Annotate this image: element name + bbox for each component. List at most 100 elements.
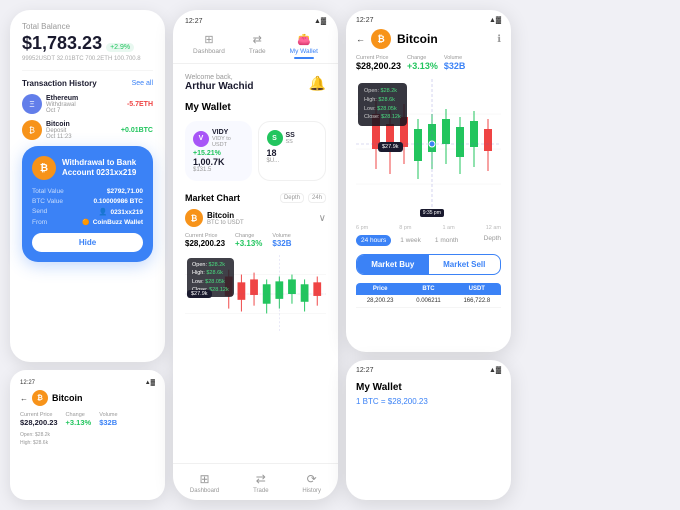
eth-icon: Ξ <box>22 94 42 114</box>
time-label-1: 6 pm <box>356 225 368 231</box>
mini-bitcoin-card: 12:27 ▲▓ ← ₿ Bitcoin Current Price $28,2… <box>10 370 165 500</box>
mini-back-arrow[interactable]: ← <box>20 394 28 403</box>
p3-back-arrow[interactable]: ← <box>356 34 365 44</box>
vidy-widget[interactable]: V VIDY VIDY to USDT +15.21% 1,00.7K $131… <box>185 121 252 181</box>
mini-chart: Open: $28.2k High: $28.6k Low: $28.05k C… <box>185 254 326 334</box>
tx-date-btc: Oct 11:23 <box>46 134 117 140</box>
ohlc-open: Open: $28.2k <box>192 261 229 269</box>
main-wallet-phone: 12:27 ▲▓ ⊞ Dashboard ⇄ Trade 👛 My Wallet <box>173 10 338 500</box>
mini-btc-icon: ₿ <box>32 390 48 406</box>
tx-amount-btc: +0.01BTC <box>121 127 153 134</box>
p3-ch-val: +3.13% <box>407 61 438 71</box>
p4-rate: 1 BTC = $28,200.23 <box>356 397 501 406</box>
tx-date-eth: Oct 7 <box>46 108 123 114</box>
ohlc-high: High: $28.6k <box>192 269 229 277</box>
address-icon: 👤 <box>99 208 108 216</box>
vidy-icon: V <box>193 131 209 147</box>
ohlc-low: Low: $28.05k <box>192 278 229 286</box>
nav-my-wallet[interactable]: 👛 My Wallet <box>290 33 318 59</box>
total-balance-label: Total Balance <box>22 22 153 31</box>
wd-total-label: Total Value <box>32 188 64 195</box>
table-row: 28,200.23 0.006211 166,722.8 <box>356 295 501 308</box>
wd-title: Withdrawal to Bank Account 0231xx219 <box>62 158 143 179</box>
p2-cp-val: $28,200.23 <box>185 239 225 248</box>
wd-btc-label: BTC Value <box>32 198 63 205</box>
balance-change-badge: +2.9% <box>106 43 134 52</box>
tx-history-title: Transaction History <box>22 79 97 88</box>
vidy-amount: 1,00.7K <box>193 157 244 167</box>
p2-ch-val: +3.13% <box>235 239 262 248</box>
ss-widget[interactable]: S SS SS 18 $U... <box>258 121 327 181</box>
market-sell-button[interactable]: Market Sell <box>429 255 501 274</box>
tx-row-btc: ₿ Bitcoin Deposit Oct 11:23 +0.01BTC <box>22 120 153 140</box>
tab-1w[interactable]: 1 week <box>395 235 426 246</box>
see-all-link[interactable]: See all <box>132 80 153 87</box>
wallet-icon: 👛 <box>297 33 311 46</box>
p3-price-tag: $27.9k <box>378 142 403 152</box>
total-balance-value: $1,783.23 <box>22 33 102 54</box>
p2-wallet-title: My Wallet <box>185 102 326 113</box>
timeframe-btn[interactable]: 24h <box>308 193 326 203</box>
p2-signal: ▲▓ <box>314 18 326 25</box>
p3-ohlc-low: Low: $28.05k <box>364 105 401 114</box>
p3-signal: ▲▓ <box>489 17 501 24</box>
p3-ohlc-high: High: $28.6k <box>364 96 401 105</box>
th-usdt: USDT <box>453 283 501 295</box>
ss-sub: SS <box>286 139 295 145</box>
p2-username: Arthur Wachid <box>185 81 254 92</box>
p3-ohlc-close: Close: $28.12k <box>364 113 401 122</box>
bnav-dashboard-icon: ⊞ <box>200 472 210 486</box>
chart-coin-pair: BTC to USDT <box>207 220 244 226</box>
ss-icon: S <box>267 130 283 146</box>
wd-from-wallet: CoinBuzz Wallet <box>93 219 143 226</box>
active-indicator <box>294 57 314 59</box>
wd-from-label: From <box>32 219 47 226</box>
depth-btn[interactable]: Depth <box>280 193 304 203</box>
ss-amount: 18 <box>267 148 318 158</box>
wd-btc-value: 0.10000986 BTC <box>93 198 143 205</box>
p3-depth-btn[interactable]: Depth <box>484 235 501 246</box>
info-icon[interactable]: ℹ <box>497 34 501 45</box>
bnav-history[interactable]: ⟳ History <box>302 472 321 494</box>
mini-vol-value: $32B <box>99 418 117 427</box>
chart-coin-name: Bitcoin <box>207 211 244 220</box>
tx-row-eth: Ξ Ethereum Withdrawal Oct 7 -5.7ETH <box>22 94 153 114</box>
sub-balances: 99952USDT 32.01BTC 700.2ETH 100.700.8 <box>22 56 153 62</box>
wd-send-address: 0231xx219 <box>110 209 143 216</box>
mini-ch-value: +3.13% <box>66 418 92 427</box>
th-btc: BTC <box>404 283 452 295</box>
vidy-name: VIDY <box>212 129 244 136</box>
notification-icon[interactable]: 🔔 <box>309 75 326 92</box>
td-price: 28,200.23 <box>356 295 404 307</box>
time-label-2: 8 pm <box>399 225 411 231</box>
nav-trade[interactable]: ⇄ Trade <box>249 33 266 59</box>
ss-name: SS <box>286 132 295 139</box>
p3-cp-val: $28,200.23 <box>356 61 401 71</box>
price-tag: $27.9k <box>187 290 212 298</box>
p3-btc-icon: ₿ <box>371 29 391 49</box>
bnav-dashboard[interactable]: ⊞ Dashboard <box>190 472 219 494</box>
tx-name-btc: Bitcoin <box>46 121 117 128</box>
time-label-4: 12 am <box>486 225 501 231</box>
mini-time: 12:27 <box>20 380 35 386</box>
tx-amount-eth: -5.7ETH <box>127 101 153 108</box>
nav-dashboard[interactable]: ⊞ Dashboard <box>193 33 225 59</box>
mini-ohlc-open: Open: $28.2k <box>20 431 155 439</box>
vidy-sub: VIDY to USDT <box>212 136 244 148</box>
p3-vol-val: $32B <box>444 61 466 71</box>
trade-icon: ⇄ <box>253 33 262 46</box>
market-buy-button[interactable]: Market Buy <box>357 255 429 274</box>
mini-signal: ▲▓ <box>145 380 155 386</box>
withdrawal-card: ₿ Withdrawal to Bank Account 0231xx219 T… <box>22 146 153 262</box>
tab-1m[interactable]: 1 month <box>430 235 464 246</box>
mini-bitcoin-title: Bitcoin <box>52 393 83 403</box>
tx-name-eth: Ethereum <box>46 95 123 102</box>
p3-bitcoin-title: Bitcoin <box>397 32 491 46</box>
tab-24h[interactable]: 24 hours <box>356 235 391 246</box>
large-chart: Open: $28.2k High: $28.6k Low: $28.05k C… <box>356 79 501 219</box>
chevron-down-icon[interactable]: ∨ <box>319 213 326 224</box>
wd-total-value: $2792,71.00 <box>107 188 143 195</box>
bnav-trade[interactable]: ⇄ Trade <box>253 472 268 494</box>
time-label-3: 1 am <box>442 225 454 231</box>
hide-button[interactable]: Hide <box>32 233 143 252</box>
